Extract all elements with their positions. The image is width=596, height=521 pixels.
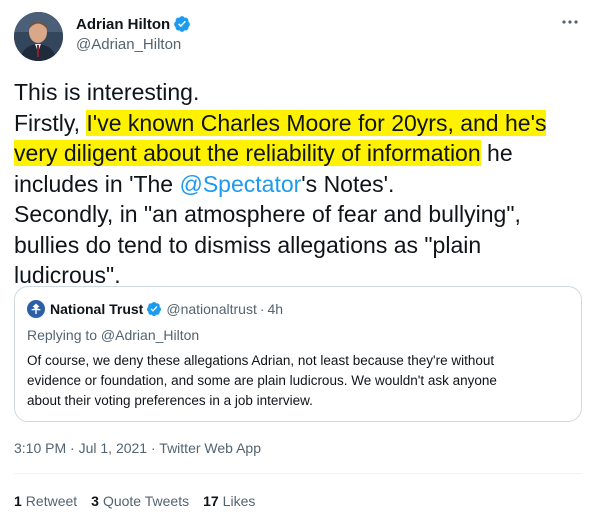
- highlighted-text: I've known Charles Moore for 20yrs, and …: [86, 109, 547, 136]
- quoted-author-name[interactable]: National Trust: [50, 301, 143, 317]
- tweet-metadata: 3:10 PM · Jul 1, 2021 · Twitter Web App: [14, 440, 261, 456]
- quoted-tweet-card[interactable]: National Trust @nationaltrust · 4h Reply…: [14, 286, 582, 422]
- tweet-source[interactable]: Twitter Web App: [159, 440, 261, 456]
- tweet-time[interactable]: 3:10 PM: [14, 440, 66, 456]
- tweet-text-plain: Firstly,: [14, 109, 87, 136]
- quoted-line: about their voting preferences in a job …: [27, 393, 313, 408]
- retweets-label: Retweet: [25, 493, 78, 509]
- engagement-stats: 1 Retweet 3 Quote Tweets 17 Likes: [14, 493, 269, 509]
- quote-tweets-count: 3: [91, 493, 99, 509]
- likes-stat[interactable]: 17 Likes: [203, 493, 255, 509]
- separator-dot: ·: [66, 440, 79, 456]
- tweet-date[interactable]: Jul 1, 2021: [79, 440, 148, 456]
- quoted-tweet-text: Of course, we deny these allegations Adr…: [27, 351, 575, 411]
- quote-tweets-stat[interactable]: 3 Quote Tweets: [91, 493, 189, 509]
- verified-badge-icon: [147, 302, 162, 317]
- spectator-mention-link[interactable]: @Spectator: [179, 171, 301, 197]
- author-handle[interactable]: @Adrian_Hilton: [76, 36, 181, 53]
- tweet-line: very diligent about the reliability of i…: [14, 138, 584, 169]
- highlighted-text: very diligent about the reliability of i…: [14, 140, 481, 166]
- tweet-line: includes in 'The @Spectator's Notes'.: [14, 169, 584, 200]
- quote-tweets-label: Quote Tweets: [102, 493, 190, 509]
- national-trust-logo-icon: [27, 300, 45, 318]
- retweets-count: 1: [14, 493, 22, 509]
- quoted-author-handle[interactable]: @nationaltrust: [166, 301, 256, 317]
- author-display-name[interactable]: Adrian Hilton: [76, 16, 170, 33]
- retweets-stat[interactable]: 1 Retweet: [14, 493, 77, 509]
- likes-count: 17: [203, 493, 219, 509]
- tweet-line: Firstly, I've known Charles Moore for 20…: [14, 108, 584, 139]
- separator-dot: ·: [259, 301, 265, 317]
- more-options-icon[interactable]: [558, 12, 582, 32]
- quoted-tweet-header: National Trust @nationaltrust · 4h: [27, 300, 283, 318]
- quoted-line: evidence or foundation, and some are pla…: [27, 373, 497, 388]
- tweet-text-plain: 's Notes'.: [301, 170, 395, 197]
- tweet-text: This is interesting. Firstly, I've known…: [14, 77, 584, 291]
- tweet-line: This is interesting.: [14, 79, 200, 105]
- likes-label: Likes: [222, 493, 256, 509]
- avatar[interactable]: [14, 12, 63, 61]
- quoted-tweet-time[interactable]: 4h: [268, 301, 284, 317]
- tweet-line: bullies do tend to dismiss allegations a…: [14, 231, 482, 258]
- verified-badge-icon: [174, 16, 191, 32]
- quoted-line: Of course, we deny these allegations Adr…: [27, 353, 495, 368]
- tweet-text-plain: he: [480, 140, 513, 166]
- separator-dot: ·: [147, 440, 160, 456]
- replying-to-text: Replying to @Adrian_Hilton: [27, 327, 200, 343]
- tweet-text-plain: includes in 'The: [14, 170, 180, 197]
- tweet-line: Secondly, in "an atmosphere of fear and …: [14, 201, 521, 227]
- tweet: Adrian Hilton @Adrian_Hilton This is int…: [0, 0, 596, 521]
- divider: [14, 473, 582, 474]
- author-name-row[interactable]: Adrian Hilton: [76, 14, 191, 34]
